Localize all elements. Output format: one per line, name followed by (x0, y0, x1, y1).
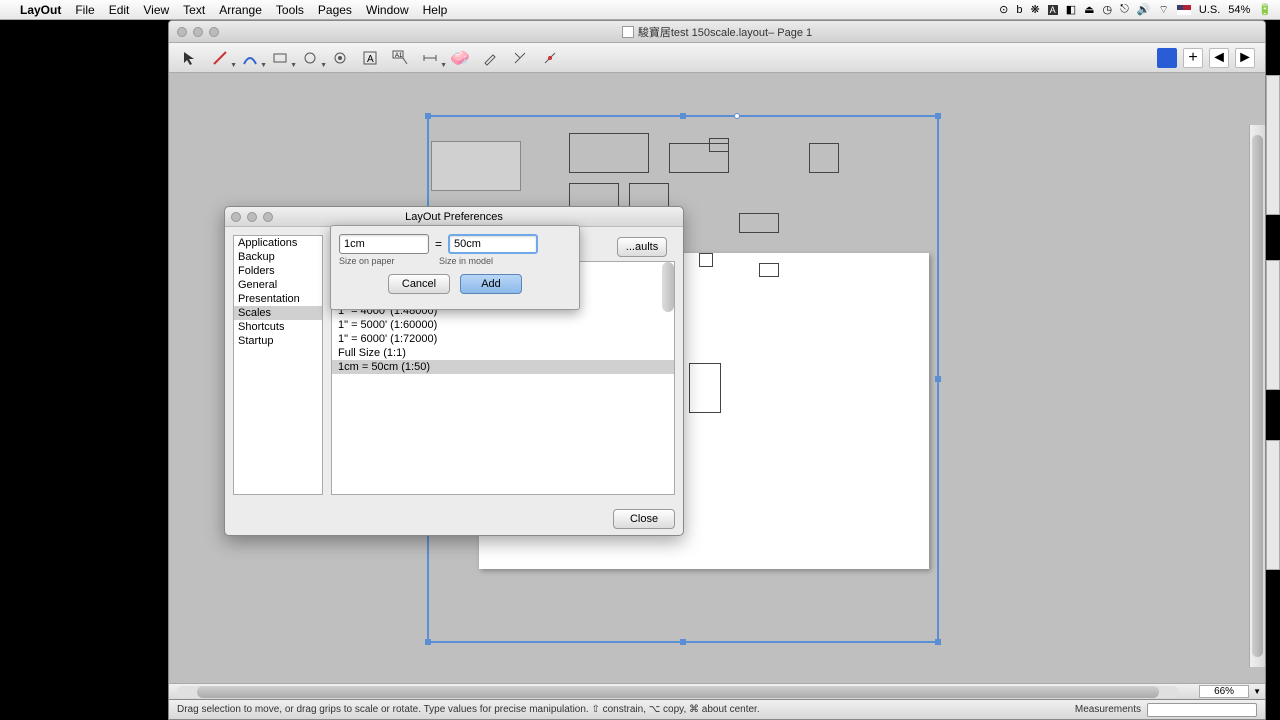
measurements-input[interactable] (1147, 703, 1257, 717)
menu-arrange[interactable]: Arrange (219, 3, 262, 17)
side-panel[interactable] (1266, 260, 1280, 390)
prefs-cat-startup[interactable]: Startup (234, 334, 322, 348)
menuextra-b-icon[interactable]: b (1016, 4, 1022, 16)
size-on-paper-label: Size on paper (339, 256, 439, 266)
menu-tools[interactable]: Tools (276, 3, 304, 17)
prefs-cat-folders[interactable]: Folders (234, 264, 322, 278)
minimize-dialog-icon[interactable] (247, 212, 257, 222)
restore-defaults-button[interactable]: ...aults (617, 237, 667, 257)
size-in-model-label: Size in model (439, 256, 493, 266)
size-on-paper-input[interactable] (339, 234, 429, 254)
document-icon (622, 26, 634, 38)
resize-handle[interactable] (425, 639, 431, 645)
circle-tool[interactable]: ▼ (299, 47, 321, 69)
polygon-tool[interactable] (329, 47, 351, 69)
document-title: 駿寶居test 150scale.layout– Page 1 (638, 24, 812, 40)
line-tool[interactable]: ▼ (209, 47, 231, 69)
menuextra-volume-icon[interactable]: 🔊 (1137, 3, 1151, 16)
rectangle-tool[interactable]: ▼ (269, 47, 291, 69)
close-window-icon[interactable] (177, 27, 187, 37)
zoom-window-icon[interactable] (209, 27, 219, 37)
minimize-window-icon[interactable] (193, 27, 203, 37)
preferences-categories[interactable]: Applications Backup Folders General Pres… (233, 235, 323, 495)
close-button[interactable]: Close (613, 509, 675, 529)
select-tool[interactable] (179, 47, 201, 69)
zoom-dropdown-icon[interactable]: ▼ (1253, 687, 1261, 696)
status-hint: Drag selection to move, or drag grips to… (177, 704, 760, 715)
app-name[interactable]: LayOut (20, 3, 61, 17)
previous-page-tool[interactable]: ◄ (1209, 48, 1229, 68)
label-tool[interactable]: A1 (389, 47, 411, 69)
prefs-cat-general[interactable]: General (234, 278, 322, 292)
mac-menubar: LayOut File Edit View Text Arrange Tools… (0, 0, 1280, 20)
menuextra-wifi-icon[interactable]: ⌔ (1159, 3, 1169, 17)
resize-handle[interactable] (425, 113, 431, 119)
menu-edit[interactable]: Edit (109, 3, 130, 17)
preferences-titlebar[interactable]: LayOut Preferences (225, 207, 683, 227)
menu-pages[interactable]: Pages (318, 3, 352, 17)
add-scale-popover: = Size on paper Size in model Cancel Add (330, 225, 580, 310)
scale-item-selected[interactable]: 1cm = 50cm (1:50) (332, 360, 674, 374)
scale-item[interactable]: Full Size (1:1) (332, 346, 674, 360)
style-tool[interactable] (479, 47, 501, 69)
resize-handle[interactable] (935, 639, 941, 645)
horizontal-scrollbar[interactable]: 66% ▼ (169, 683, 1265, 699)
zoom-dialog-icon[interactable] (263, 212, 273, 222)
status-bar: Drag selection to move, or drag grips to… (168, 700, 1266, 720)
prefs-cat-applications[interactable]: Applications (234, 236, 322, 250)
menuextra-sync-icon[interactable]: ❋ (1030, 3, 1039, 16)
next-page-tool[interactable]: ► (1235, 48, 1255, 68)
scale-item[interactable]: 1" = 6000' (1:72000) (332, 332, 674, 346)
arc-tool[interactable]: ▼ (239, 47, 261, 69)
add-button[interactable]: Add (460, 274, 522, 294)
battery-icon[interactable]: 🔋 (1258, 3, 1272, 16)
text-tool[interactable]: A (359, 47, 381, 69)
menuextra-clock-icon[interactable]: ◷ (1103, 3, 1113, 16)
zoom-level[interactable]: 66% (1199, 685, 1249, 698)
menu-file[interactable]: File (75, 3, 94, 17)
vertical-scrollbar[interactable] (1249, 125, 1265, 667)
menu-text[interactable]: Text (183, 3, 205, 17)
close-dialog-icon[interactable] (231, 212, 241, 222)
join-tool[interactable] (539, 47, 561, 69)
toolbar: ▼ ▼ ▼ ▼ A A1 ▼ 🧼 + ◄ ► (169, 43, 1265, 73)
size-in-model-input[interactable] (448, 234, 538, 254)
menu-help[interactable]: Help (423, 3, 448, 17)
resize-handle[interactable] (680, 113, 686, 119)
preferences-title: LayOut Preferences (405, 211, 503, 223)
input-flag-icon[interactable] (1177, 5, 1191, 15)
menuextra-shield-icon[interactable]: ◧ (1066, 3, 1076, 16)
window-titlebar[interactable]: 駿寶居test 150scale.layout– Page 1 (169, 21, 1265, 43)
menu-view[interactable]: View (143, 3, 169, 17)
eraser-tool[interactable]: 🧼 (449, 47, 471, 69)
prefs-cat-backup[interactable]: Backup (234, 250, 322, 264)
equals-label: = (435, 237, 442, 251)
cancel-button[interactable]: Cancel (388, 274, 450, 294)
list-scrollbar[interactable] (662, 262, 674, 312)
input-language[interactable]: U.S. (1199, 4, 1220, 16)
scale-item[interactable]: 1" = 5000' (1:60000) (332, 318, 674, 332)
resize-handle[interactable] (935, 376, 941, 382)
prefs-cat-scales[interactable]: Scales (234, 306, 322, 320)
battery-percent[interactable]: 54% (1228, 4, 1250, 16)
presentation-tool[interactable] (1157, 48, 1177, 68)
side-panel[interactable] (1266, 75, 1280, 215)
svg-text:A: A (367, 54, 374, 65)
menuextra-eject-icon[interactable]: ⏏ (1084, 3, 1094, 16)
side-panel[interactable] (1266, 440, 1280, 570)
menu-window[interactable]: Window (366, 3, 409, 17)
rotate-handle[interactable] (734, 113, 740, 119)
menuextra-dropbox-icon[interactable]: ⊙ (999, 3, 1008, 16)
resize-handle[interactable] (935, 113, 941, 119)
resize-handle[interactable] (680, 639, 686, 645)
prefs-cat-shortcuts[interactable]: Shortcuts (234, 320, 322, 334)
menuextra-bluetooth-icon[interactable]: ⎋ (1120, 3, 1129, 16)
dimension-tool[interactable]: ▼ (419, 47, 441, 69)
svg-text:A1: A1 (395, 53, 403, 59)
menuextra-adobe-icon[interactable]: A (1048, 5, 1058, 15)
measurements-label: Measurements (1075, 704, 1141, 715)
split-tool[interactable] (509, 47, 531, 69)
add-page-tool[interactable]: + (1183, 48, 1203, 68)
prefs-cat-presentation[interactable]: Presentation (234, 292, 322, 306)
